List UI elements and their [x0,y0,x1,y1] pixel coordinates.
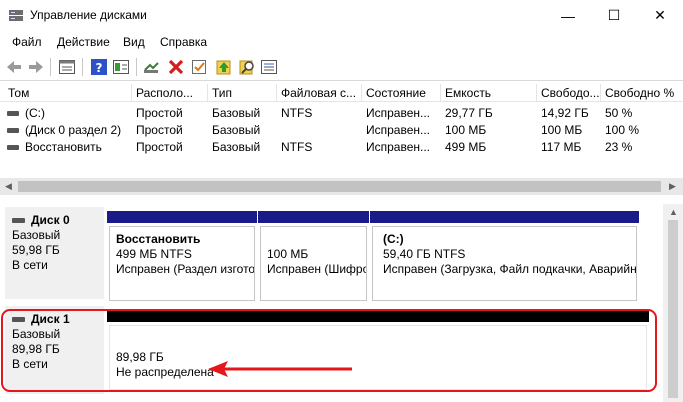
cell-layout: Простой [136,140,183,154]
disk-name: Диск 0 [31,213,70,227]
menu-help[interactable]: Справка [160,35,207,49]
cell-capacity: 29,77 ГБ [445,106,493,120]
cell-volume: (Диск 0 раздел 2) [25,123,122,137]
check-icon[interactable] [190,58,208,76]
scroll-up-icon[interactable]: ▲ [669,207,678,217]
cell-free-space: 14,92 ГБ [541,106,589,120]
column-header-layout[interactable]: Располо... [132,84,208,102]
menu-view[interactable]: Вид [123,35,145,49]
cell-free-space: 100 МБ [541,123,583,137]
window-title: Управление дисками [30,8,147,22]
partition-efi[interactable]: 100 МБ Исправен (Шифро [258,211,369,301]
menu-file[interactable]: Файл [12,35,42,49]
volume-icon [7,128,19,133]
close-button[interactable]: ✕ [637,0,683,31]
cell-capacity: 100 МБ [445,123,487,137]
cell-type: Базовый [212,123,261,137]
toolbar-separator [50,58,51,76]
delete-icon[interactable] [167,58,185,76]
column-header-free-percent[interactable]: Свободно % [601,84,683,102]
cell-free-percent: 23 % [605,140,633,154]
partition-bar [370,211,639,223]
partition-status: Исправен (Шифро [267,262,367,276]
cell-filesystem: NTFS [281,106,313,120]
annotation-arrow-icon [208,361,352,377]
disk-status: В сети [12,258,48,272]
cell-status: Исправен... [366,140,431,154]
title-bar: Управление дисками — ☐ ✕ [0,0,683,31]
cell-volume: (C:) [25,106,45,120]
partition-size: 499 МБ NTFS [116,247,192,261]
column-header-volume[interactable]: Том [0,84,132,102]
partition-status: Исправен (Загрузка, Файл подкачки, Авари… [383,262,637,276]
cell-layout: Простой [136,106,183,120]
help-icon[interactable]: ? [90,58,108,76]
cell-volume: Восстановить [25,140,102,154]
scroll-left-icon[interactable]: ◀ [5,181,12,192]
volume-icon [7,111,19,116]
column-header-type[interactable]: Тип [208,84,277,102]
disk-management-app-icon [9,10,23,21]
scroll-right-icon[interactable]: ▶ [669,181,676,192]
vertical-scrollbar[interactable]: ▲ [663,204,683,402]
partition-size: 59,40 ГБ NTFS [383,247,466,261]
back-icon[interactable] [5,58,23,76]
minimize-button[interactable]: — [545,0,591,31]
cell-type: Базовый [212,140,261,154]
disk-type: Базовый [12,228,61,242]
toolbar: ? [0,53,683,81]
column-header-free-space[interactable]: Свободо... [537,84,601,102]
partition-title: Восстановить [116,232,201,246]
cell-capacity: 499 МБ [445,140,487,154]
cell-free-space: 117 МБ [541,140,582,154]
menu-bar: Файл Действие Вид Справка [0,31,683,53]
table-row[interactable]: (C:) Простой Базовый NTFS Исправен... 29… [0,105,683,121]
annotation-highlight-box [1,309,657,392]
cell-free-percent: 100 % [605,123,640,137]
partition-recovery[interactable]: Восстановить 499 МБ NTFS Исправен (Разде… [107,211,257,301]
settings-icon[interactable] [260,58,278,76]
table-row[interactable]: (Диск 0 раздел 2) Простой Базовый Исправ… [0,122,683,138]
forward-icon[interactable] [27,58,45,76]
scrollbar-thumb[interactable] [668,220,678,398]
column-header-status[interactable]: Состояние [362,84,441,102]
disk-size: 59,98 ГБ [12,243,60,257]
partition-status: Исправен (Раздел изготов [116,262,255,276]
cell-type: Базовый [212,106,261,120]
table-row[interactable]: Восстановить Простой Базовый NTFS Исправ… [0,139,683,155]
volume-icon [7,145,19,150]
properties-icon[interactable] [112,58,130,76]
scrollbar-thumb[interactable] [18,181,661,192]
column-header-capacity[interactable]: Емкость [441,84,537,102]
cell-status: Исправен... [366,106,431,120]
partition-size: 100 МБ [267,247,309,261]
toolbar-separator [82,58,83,76]
search-icon[interactable] [238,58,256,76]
column-header-filesystem[interactable]: Файловая с... [277,84,362,102]
partition-bar [107,211,257,223]
partition-bar [258,211,369,223]
list-view-icon[interactable] [58,58,76,76]
cell-status: Исправен... [366,123,431,137]
connect-icon[interactable] [143,58,161,76]
disk-icon [12,218,25,223]
cell-layout: Простой [136,123,183,137]
cell-free-percent: 50 % [605,106,633,120]
svg-text:?: ? [96,61,103,75]
partition-title: (C:) [383,232,404,246]
horizontal-scrollbar[interactable]: ◀ ▶ [0,178,683,195]
cell-filesystem: NTFS [281,140,313,154]
toolbar-separator [136,58,137,76]
partition-c[interactable]: (C:) 59,40 ГБ NTFS Исправен (Загрузка, Ф… [370,211,639,301]
volume-list: Том Располо... Тип Файловая с... Состоян… [0,84,683,180]
menu-action[interactable]: Действие [57,35,110,49]
maximize-button[interactable]: ☐ [591,0,637,31]
disk-0-label[interactable]: Диск 0 Базовый 59,98 ГБ В сети [5,207,104,299]
upload-icon[interactable] [215,58,233,76]
